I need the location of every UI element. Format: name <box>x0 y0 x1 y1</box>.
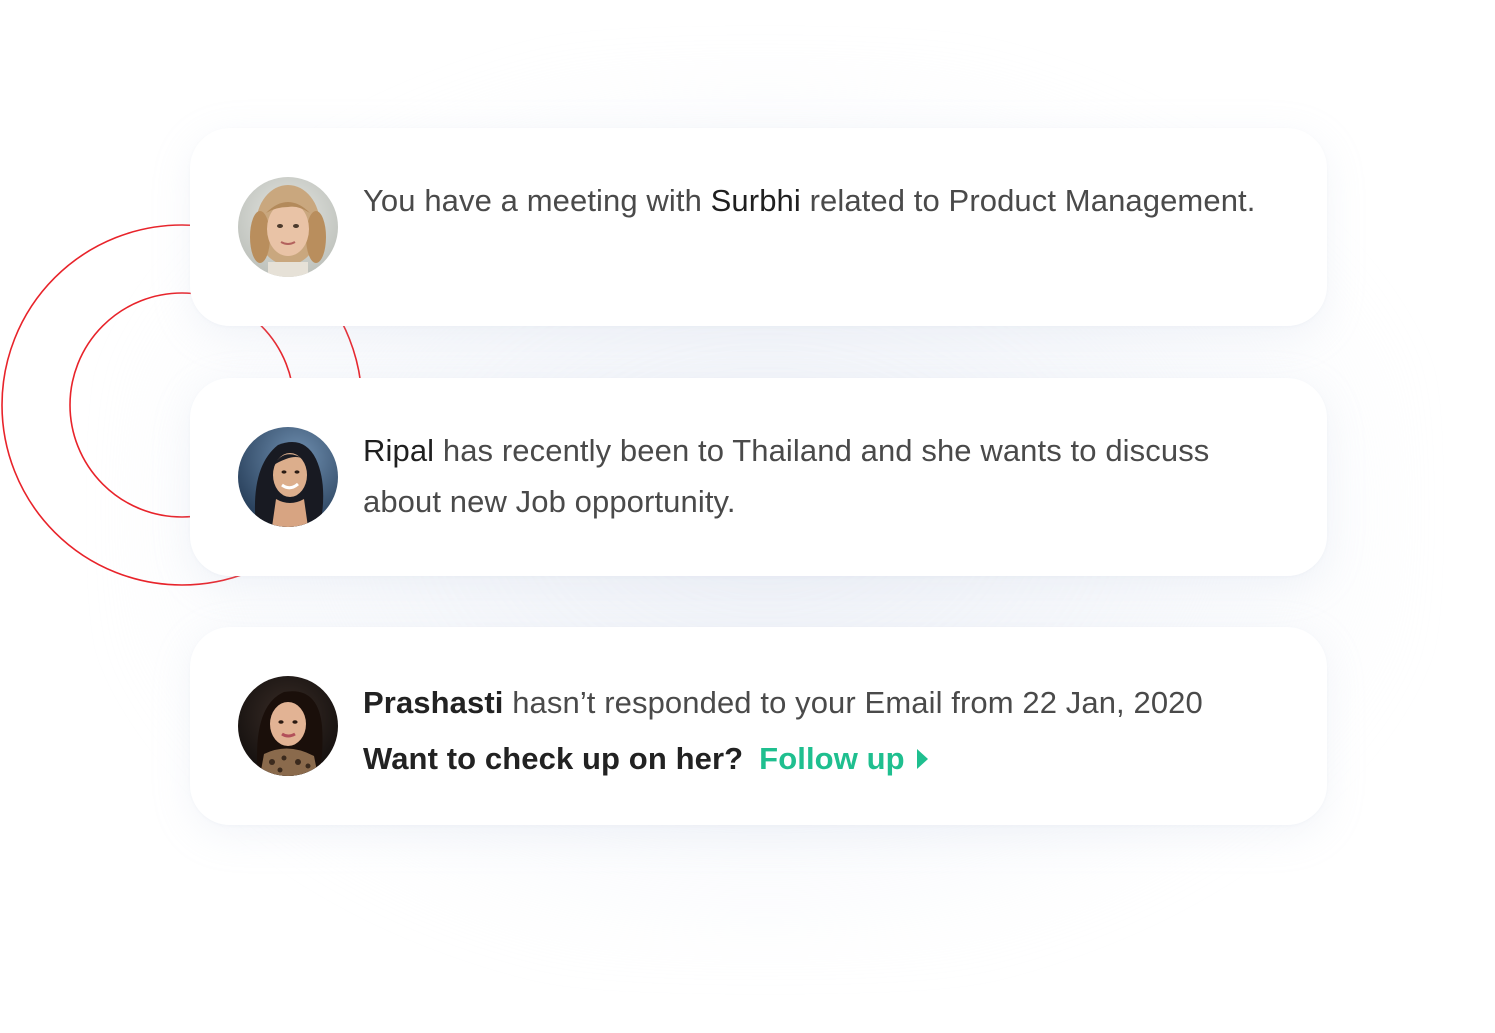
followup-question: Want to check up on her? <box>363 741 744 776</box>
text-suffix: has recently been to Thailand and she wa… <box>363 433 1210 519</box>
avatar-surbhi <box>238 177 338 277</box>
text-suffix: hasn’t responded to your Email from 22 J… <box>503 685 1203 720</box>
person-photo-avatar <box>238 177 338 277</box>
follow-up-link[interactable]: Follow up <box>759 731 928 787</box>
contact-name[interactable]: Prashasti <box>363 685 503 720</box>
person-photo-avatar <box>238 427 338 527</box>
follow-up-label[interactable]: Follow up <box>759 731 905 787</box>
person-photo-avatar <box>238 676 338 776</box>
notification-card-travel[interactable]: Ripal has recently been to Thailand and … <box>190 378 1327 576</box>
text-prefix: You have a meeting with <box>363 183 711 218</box>
text-suffix: related to Product Management. <box>800 183 1256 218</box>
contact-name[interactable]: Surbhi <box>711 183 801 218</box>
notification-card-email[interactable]: Prashasti hasn’t responded to your Email… <box>190 627 1327 825</box>
avatar-ripal <box>238 427 338 527</box>
cta-line: Want to check up on her? Follow up <box>363 731 1287 787</box>
avatar-prashasti <box>238 676 338 776</box>
notification-line: Prashasti hasn’t responded to your Email… <box>363 675 1287 731</box>
notification-text: Prashasti hasn’t responded to your Email… <box>363 675 1287 787</box>
contact-name[interactable]: Ripal <box>363 433 434 468</box>
notification-card-meeting[interactable]: You have a meeting with Surbhi related t… <box>190 128 1327 326</box>
caret-right-icon[interactable] <box>916 749 928 769</box>
notification-text: You have a meeting with Surbhi related t… <box>363 175 1287 226</box>
notification-text: Ripal has recently been to Thailand and … <box>363 425 1287 527</box>
